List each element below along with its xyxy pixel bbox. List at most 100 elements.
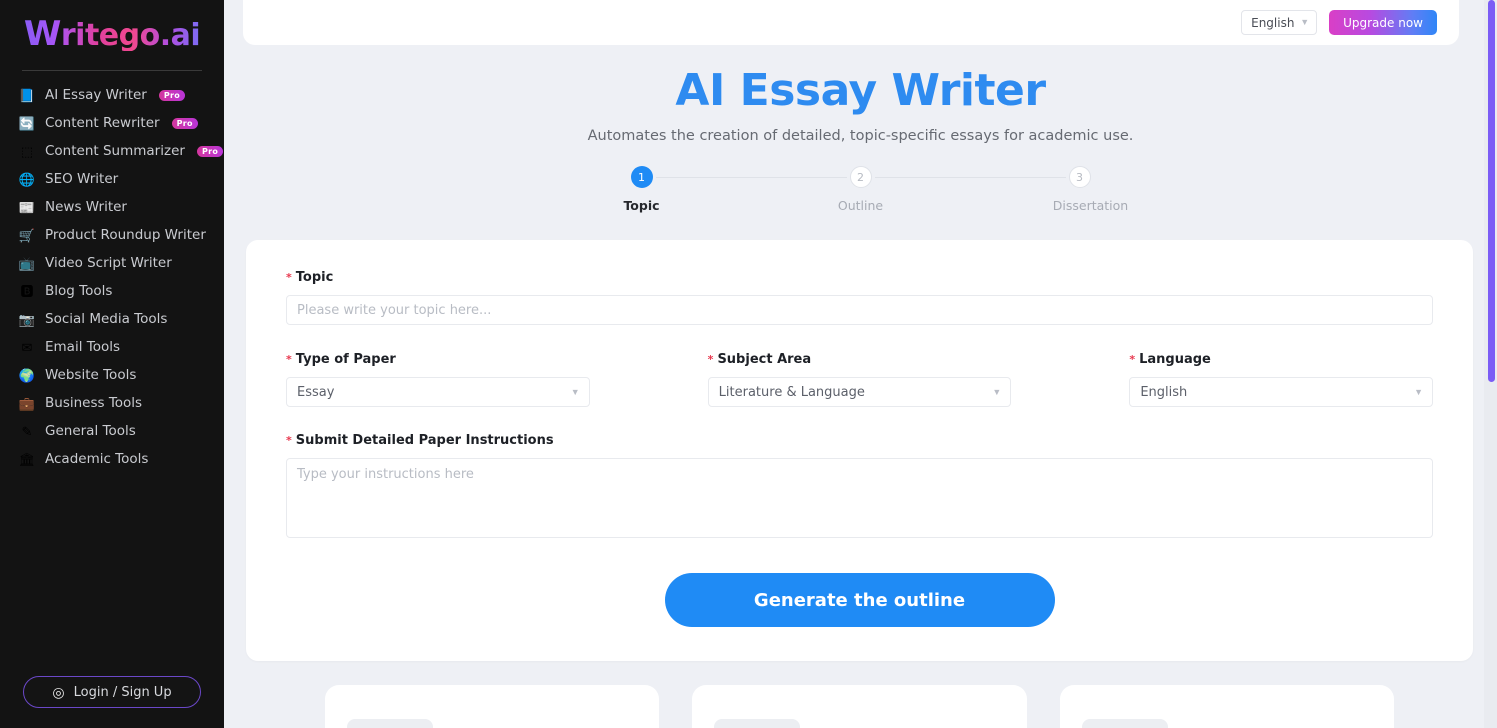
topic-field-group: * Topic bbox=[286, 270, 1433, 326]
sidebar-item-label: AI Essay Writer bbox=[45, 87, 147, 103]
sidebar-item-business-tools[interactable]: 💼 Business Tools bbox=[0, 389, 224, 417]
stepper-connector-1 bbox=[655, 176, 847, 178]
sidebar-item-general-tools[interactable]: ✎ General Tools bbox=[0, 417, 224, 445]
sidebar-item-video-script-writer[interactable]: 📺 Video Script Writer bbox=[0, 249, 224, 277]
topic-label-text: Topic bbox=[295, 270, 334, 286]
login-area: ◎ Login / Sign Up bbox=[0, 676, 224, 708]
sidebar-item-blog-tools[interactable]: 🅱 Blog Tools bbox=[0, 277, 224, 305]
language-label: * Language bbox=[1129, 352, 1433, 367]
sidebar-item-email-tools[interactable]: ✉ Email Tools bbox=[0, 333, 224, 361]
sidebar-item-label: Email Tools bbox=[45, 339, 121, 355]
chevron-down-icon: ▼ bbox=[570, 386, 580, 397]
required-asterisk: * bbox=[286, 353, 292, 367]
document-icon: 📘 bbox=[18, 87, 36, 103]
stepper-connector-2 bbox=[874, 176, 1066, 178]
crop-text-icon: ⬚ bbox=[20, 143, 34, 159]
rating-card: 4.7★★★★★ bbox=[325, 685, 660, 728]
logo-w-letter: W bbox=[23, 14, 61, 54]
user-circle-icon: ◎ bbox=[52, 684, 65, 700]
sidebar-item-website-tools[interactable]: 🌍 Website Tools bbox=[0, 361, 224, 389]
sidebar-item-label: Academic Tools bbox=[45, 451, 149, 467]
sidebar-item-academic-tools[interactable]: 🏛 Academic Tools bbox=[0, 445, 224, 473]
login-signup-button[interactable]: ◎ Login / Sign Up bbox=[23, 676, 201, 708]
page-scrollbar-thumb[interactable] bbox=[1488, 0, 1495, 382]
stepper-labels-row: Topic Outline Dissertation bbox=[623, 198, 1128, 216]
essay-form-card: * Topic * Type of Paper Essay ▼ bbox=[246, 240, 1473, 662]
chevron-down-icon: ▼ bbox=[1414, 386, 1424, 397]
logo-text: Writego.ai bbox=[24, 17, 200, 51]
page-scrollbar-track[interactable] bbox=[1484, 0, 1497, 728]
seo-badge-icon: 🌐 bbox=[18, 171, 36, 187]
step-1-circle[interactable]: 1 bbox=[630, 166, 653, 189]
envelope-icon: ✉ bbox=[21, 339, 33, 355]
sidebar-item-label: Blog Tools bbox=[45, 283, 113, 299]
app-logo[interactable]: Writego.ai bbox=[0, 0, 224, 64]
instagram-icon: 📷 bbox=[18, 311, 36, 327]
subject-area-select[interactable]: Literature & Language ▼ bbox=[707, 377, 1012, 408]
step-2-circle[interactable]: 2 bbox=[849, 166, 872, 189]
upgrade-now-button[interactable]: Upgrade now bbox=[1329, 10, 1437, 35]
required-asterisk: * bbox=[286, 271, 292, 285]
top-bar: English ▼ Upgrade now bbox=[243, 0, 1459, 45]
sidebar-item-label: Product Roundup Writer bbox=[45, 227, 206, 243]
sidebar-item-news-writer[interactable]: 📰 News Writer bbox=[0, 193, 224, 221]
review-site-logo bbox=[714, 719, 801, 728]
sidebar-item-label: General Tools bbox=[45, 423, 136, 439]
required-asterisk: * bbox=[286, 434, 292, 448]
required-asterisk: * bbox=[1129, 353, 1136, 367]
sidebar-item-content-rewriter[interactable]: 🔄 Content Rewriter Pro bbox=[0, 109, 224, 137]
chevron-down-icon: ▼ bbox=[992, 386, 1002, 397]
language-selector-value: English bbox=[1251, 15, 1295, 30]
pro-badge: Pro bbox=[158, 89, 186, 101]
sidebar-item-seo-writer[interactable]: 🌐 SEO Writer bbox=[0, 165, 224, 193]
selects-row: * Type of Paper Essay ▼ * Subject Area L… bbox=[286, 352, 1434, 408]
instructions-field-group: * Submit Detailed Paper Instructions bbox=[286, 433, 1433, 543]
globe-icon: 🌍 bbox=[18, 367, 36, 383]
review-site-logo bbox=[1081, 719, 1168, 728]
instructions-label-text: Submit Detailed Paper Instructions bbox=[295, 433, 554, 449]
sidebar-item-social-media-tools[interactable]: 📷 Social Media Tools bbox=[0, 305, 224, 333]
rating-cards-row: 4.7★★★★★ 4.5★★★★★ 4.9★★★★★ bbox=[246, 685, 1473, 728]
language-value: English bbox=[1140, 384, 1188, 400]
required-asterisk: * bbox=[707, 353, 714, 367]
sidebar-nav: 📘 AI Essay Writer Pro 🔄 Content Rewriter Pro ⬚… bbox=[0, 81, 224, 473]
stepper-circles-row: 1 2 3 bbox=[630, 166, 1091, 189]
topic-label: * Topic bbox=[286, 270, 1433, 285]
instructions-label: * Submit Detailed Paper Instructions bbox=[286, 433, 1433, 448]
page-subtitle: Automates the creation of detailed, topi… bbox=[587, 128, 1134, 145]
type-of-paper-select[interactable]: Essay ▼ bbox=[286, 377, 590, 408]
sidebar-item-content-summarizer[interactable]: ⬚ Content Summarizer Pro bbox=[0, 137, 224, 165]
video-play-icon: 📺 bbox=[18, 255, 36, 271]
sidebar: Writego.ai 📘 AI Essay Writer Pro 🔄 Content R… bbox=[0, 0, 224, 728]
review-site-logo bbox=[347, 719, 433, 728]
instructions-textarea[interactable] bbox=[286, 458, 1433, 539]
sidebar-item-label: SEO Writer bbox=[45, 171, 119, 187]
generate-outline-button[interactable]: Generate the outline bbox=[664, 573, 1055, 628]
pen-icon: ✎ bbox=[21, 423, 33, 439]
topic-input[interactable] bbox=[286, 295, 1433, 326]
type-of-paper-label-text: Type of Paper bbox=[295, 352, 396, 368]
language-select[interactable]: English ▼ bbox=[1129, 377, 1434, 408]
shopping-cart-icon: 🛒 bbox=[18, 227, 36, 243]
language-selector[interactable]: English ▼ bbox=[1241, 10, 1318, 35]
sidebar-item-label: Business Tools bbox=[45, 395, 143, 411]
hero-section: AI Essay Writer Automates the creation o… bbox=[224, 45, 1497, 144]
step-3-circle[interactable]: 3 bbox=[1068, 166, 1091, 189]
type-of-paper-label: * Type of Paper bbox=[286, 352, 590, 367]
sidebar-item-product-roundup-writer[interactable]: 🛒 Product Roundup Writer bbox=[0, 221, 224, 249]
page-title: AI Essay Writer bbox=[675, 65, 1046, 116]
type-of-paper-field-group: * Type of Paper Essay ▼ bbox=[286, 352, 590, 408]
sidebar-item-label: Website Tools bbox=[45, 367, 137, 383]
sidebar-item-ai-essay-writer[interactable]: 📘 AI Essay Writer Pro bbox=[0, 81, 224, 109]
sidebar-item-label: News Writer bbox=[45, 199, 127, 215]
newspaper-icon: 📰 bbox=[18, 199, 36, 215]
sidebar-item-label: Content Summarizer bbox=[45, 143, 185, 159]
refresh-icon: 🔄 bbox=[18, 115, 36, 131]
subject-area-field-group: * Subject Area Literature & Language ▼ bbox=[707, 352, 1012, 408]
language-label-text: Language bbox=[1139, 352, 1211, 368]
sidebar-item-label: Content Rewriter bbox=[45, 115, 160, 131]
app-root: Writego.ai 📘 AI Essay Writer Pro 🔄 Content R… bbox=[0, 0, 1497, 728]
sidebar-item-label: Social Media Tools bbox=[45, 311, 168, 327]
language-field-group: * Language English ▼ bbox=[1129, 352, 1434, 408]
pro-badge: Pro bbox=[196, 145, 224, 157]
